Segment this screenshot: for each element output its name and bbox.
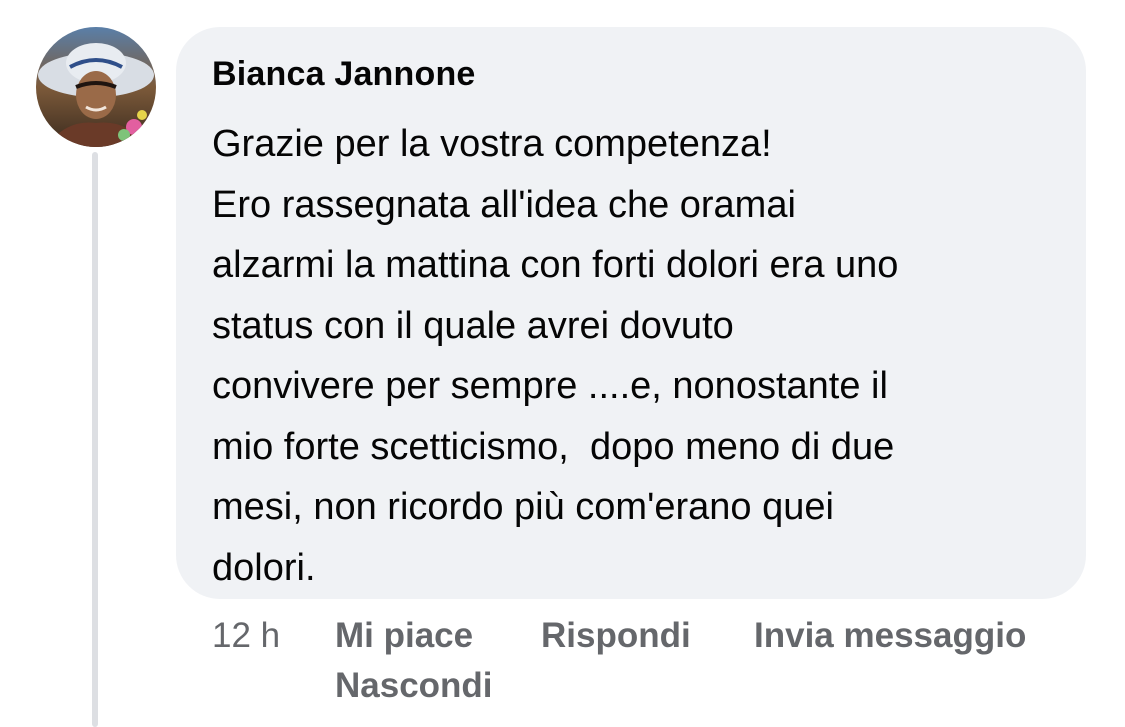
avatar[interactable] [36, 27, 156, 147]
comment-timestamp[interactable]: 12 h [212, 616, 280, 656]
comment-text: Grazie per la vostra competenza! Ero ras… [212, 114, 1072, 598]
comment-text-line: status con il quale avrei dovuto [212, 304, 734, 347]
send-message-button[interactable]: Invia messaggio [754, 616, 1026, 656]
comment-text-line: alzarmi la mattina con forti dolori era … [212, 244, 899, 286]
comment-actions: 12 h Mi piace Rispondi Invia messaggio N… [212, 616, 1092, 716]
comment-text-line: mio forte scetticismo, dopo meno di due [212, 425, 895, 468]
comment-text-line: dolori. [212, 546, 316, 589]
reply-button[interactable]: Rispondi [541, 616, 691, 656]
like-button[interactable]: Mi piace [335, 616, 473, 656]
comment-text-line: Grazie per la vostra competenza! [212, 123, 772, 165]
comment-thread: Bianca Jannone Grazie per la vostra comp… [0, 0, 1125, 727]
hide-button[interactable]: Nascondi [335, 666, 493, 706]
comment-text-line: mesi, non ricordo più com'erano quei [212, 486, 834, 528]
comment-text-line: convivere per sempre ....e, nonostante i… [212, 365, 888, 407]
comment-text-line: Ero rassegnata all'idea che oramai [212, 183, 796, 226]
avatar-image [36, 27, 156, 147]
comment-author[interactable]: Bianca Jannone [212, 55, 476, 94]
comment-bubble: Bianca Jannone Grazie per la vostra comp… [176, 27, 1086, 599]
thread-line [92, 152, 98, 727]
